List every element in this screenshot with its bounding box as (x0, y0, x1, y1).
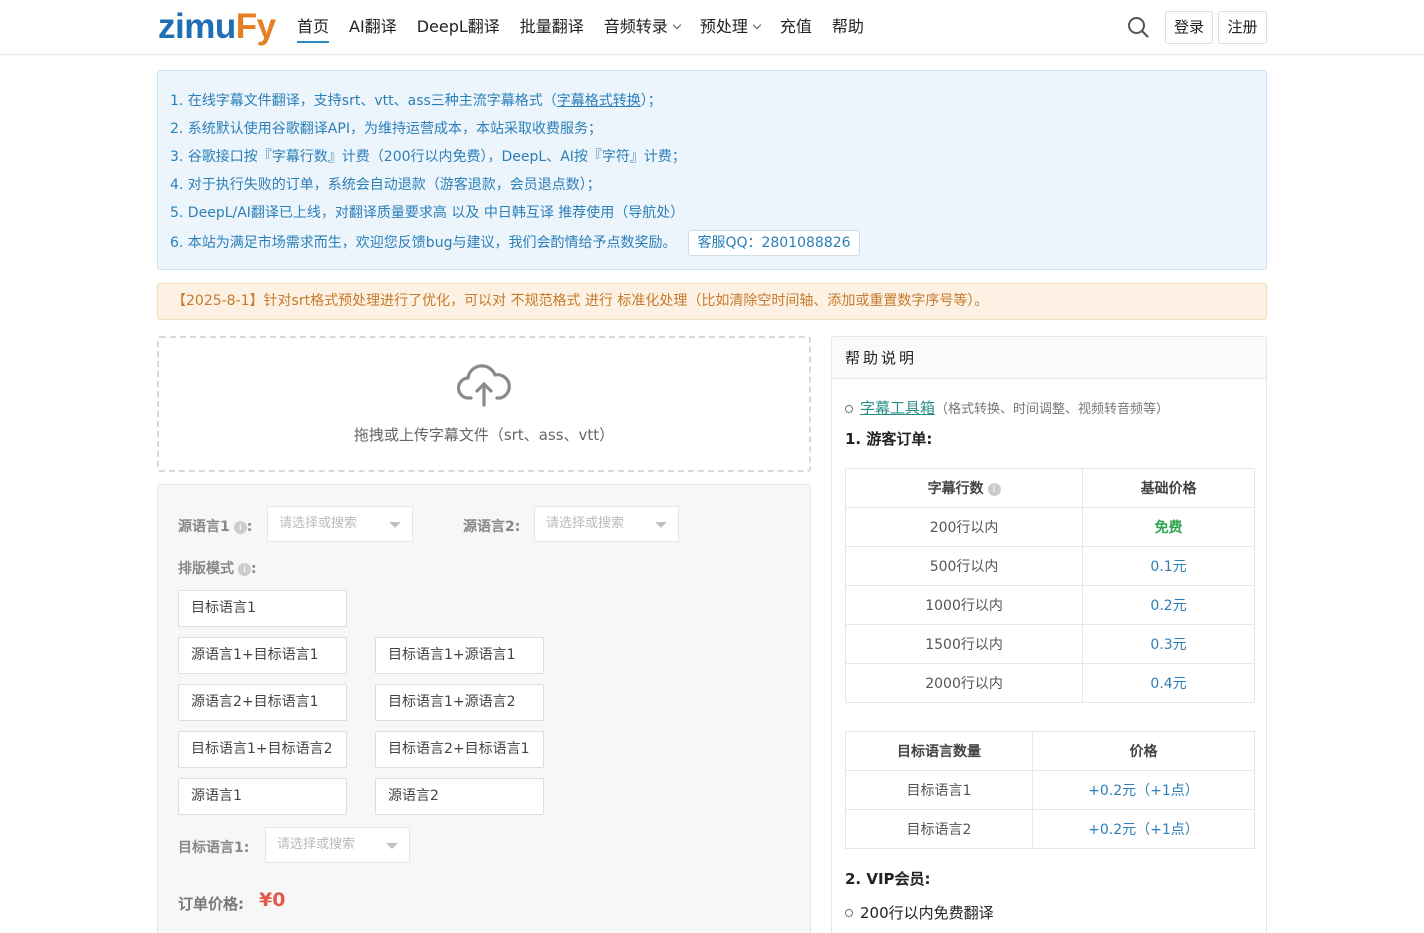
order-price-label: 订单价格: (178, 895, 244, 913)
table-header: 价格 (1032, 731, 1255, 771)
main-nav: 首页 AI翻译 DeepL翻译 批量翻译 音频转录 预处理 充值 帮助 (288, 0, 875, 55)
guest-order-title: 1. 游客订单: (845, 430, 933, 448)
nav-audio-transcribe[interactable]: 音频转录 (595, 0, 689, 55)
subtitle-format-convert-link[interactable]: 字幕格式转换 (557, 93, 641, 109)
help-panel: 帮助说明 字幕工具箱（格式转换、时间调整、视频转音频等） 1. 游客订单: 字幕… (831, 336, 1267, 933)
table-row: 2000行以内 0.4元 (844, 663, 1255, 703)
notice-line-2: 2. 系统默认使用谷歌翻译API，为维持运营成本，本站采取收费服务； (170, 121, 602, 137)
target-language-price-table: 目标语言数量 价格 目标语言1 +0.2元（+1点） 目标语言2 +0.2元（+1点… (845, 731, 1255, 849)
customer-service-qq-badge: 客服QQ：2801088826 (688, 230, 860, 256)
table-cell: 200行以内 (844, 507, 1084, 547)
notice-line-1: 1. 在线字幕文件翻译，支持srt、vtt、ass三种主流字幕格式（字幕格式转换… (170, 93, 662, 109)
bullet-circle-icon (845, 908, 853, 917)
chevron-down-icon (672, 20, 682, 30)
source-language-1-label: 源语言1 i: (178, 519, 253, 535)
source-language-1-select[interactable]: 请选择或搜索 (267, 506, 413, 542)
notice-line-3: 3. 谷歌接口按『字幕行数』计费（200行以内免费），DeepL、AI按『字符』… (170, 149, 686, 165)
cloud-upload-icon (457, 364, 511, 407)
notice-box: 1. 在线字幕文件翻译，支持srt、vtt、ass三种主流字幕格式（字幕格式转换… (157, 70, 1267, 270)
table-cell: +0.2元（+1点） (1032, 809, 1255, 849)
table-cell: 目标语言2 (845, 809, 1033, 849)
dropdown-arrow-icon (389, 522, 401, 528)
table-cell: 0.4元 (1082, 663, 1255, 703)
source-language-2-select[interactable]: 请选择或搜索 (534, 506, 679, 542)
target-language-1-select[interactable]: 请选择或搜索 (265, 827, 410, 863)
top-navbar: zimuFy 首页 AI翻译 DeepL翻译 批量翻译 音频转录 预处理 充值 … (0, 0, 1424, 55)
guest-price-table: 字幕行数 i 基础价格 200行以内 免费 500行以内 0.1元 1000行以内 0.… (844, 468, 1255, 703)
layout-mode-label: 排版模式 i: (178, 561, 257, 577)
search-icon[interactable] (1127, 16, 1149, 38)
file-upload-dropzone[interactable]: 拖拽或上传字幕文件（srt、ass、vtt） (157, 336, 811, 472)
vip-benefit-line: 200行以内免费翻译 (845, 902, 994, 923)
table-cell: 0.2元 (1082, 585, 1255, 625)
table-cell: 目标语言1 (845, 770, 1033, 810)
nav-batch-translate[interactable]: 批量翻译 (511, 0, 593, 55)
table-cell: 2000行以内 (844, 663, 1084, 703)
layout-mode-option[interactable]: 目标语言2+目标语言1 (375, 731, 544, 768)
nav-preprocess[interactable]: 预处理 (691, 0, 769, 55)
nav-recharge[interactable]: 充值 (771, 0, 821, 55)
upload-hint-text: 拖拽或上传字幕文件（srt、ass、vtt） (353, 426, 615, 444)
table-row: 200行以内 免费 (844, 507, 1255, 547)
notice-line-4: 4. 对于执行失败的订单，系统会自动退款（游客退款，会员退点数）； (170, 177, 601, 193)
table-cell: 0.3元 (1082, 624, 1255, 664)
table-cell: +0.2元（+1点） (1032, 770, 1255, 810)
bullet-circle-icon (845, 404, 853, 413)
table-row: 目标语言2 +0.2元（+1点） (845, 809, 1255, 849)
help-panel-title: 帮助说明 (832, 337, 1266, 379)
table-row: 目标语言1 +0.2元（+1点） (845, 770, 1255, 810)
table-cell: 1000行以内 (844, 585, 1084, 625)
layout-mode-option[interactable]: 目标语言1 (178, 590, 347, 627)
layout-mode-option[interactable]: 目标语言1+源语言1 (375, 637, 544, 674)
site-logo[interactable]: zimuFy (158, 6, 276, 48)
table-cell: 1500行以内 (844, 624, 1084, 664)
info-icon[interactable]: i (238, 562, 251, 576)
nav-deepl-translate[interactable]: DeepL翻译 (408, 0, 509, 55)
dropdown-arrow-icon (386, 843, 398, 849)
layout-mode-option[interactable]: 源语言1+目标语言1 (178, 637, 347, 674)
info-icon[interactable]: i (233, 520, 247, 534)
logo-text-part1: zimu (158, 7, 236, 46)
table-row: 1500行以内 0.3元 (844, 624, 1255, 664)
nav-help[interactable]: 帮助 (823, 0, 873, 55)
login-button[interactable]: 登录 (1165, 11, 1213, 44)
update-announcement: 【2025-8-1】针对srt格式预处理进行了优化，可以对 不规范格式 进行 标… (157, 283, 1267, 320)
source-language-2-label: 源语言2: (463, 519, 521, 535)
table-row: 1000行以内 0.2元 (844, 585, 1255, 625)
layout-mode-option[interactable]: 源语言2 (375, 778, 544, 815)
toolbox-line: 字幕工具箱（格式转换、时间调整、视频转音频等） (845, 397, 1169, 418)
logo-text-part2: Fy (235, 7, 276, 46)
dropdown-arrow-icon (655, 522, 667, 528)
nav-home[interactable]: 首页 (288, 0, 338, 55)
chevron-down-icon (752, 20, 762, 30)
layout-mode-option[interactable]: 源语言1 (178, 778, 347, 815)
table-cell: 500行以内 (844, 546, 1084, 586)
notice-line-6: 6. 本站为满足市场需求而生，欢迎您反馈bug与建议，我们会酌情给予点数奖励。客… (170, 230, 1254, 258)
translation-form-panel: 源语言1 i: 请选择或搜索 源语言2: 请选择或搜索 排版模式 i: 目标语言1 … (157, 484, 811, 933)
layout-mode-option[interactable]: 目标语言1+源语言2 (375, 684, 544, 721)
table-header: 目标语言数量 (845, 731, 1033, 771)
vip-member-title: 2. VIP会员: (845, 870, 931, 888)
register-button[interactable]: 注册 (1218, 11, 1267, 44)
layout-mode-option[interactable]: 源语言2+目标语言1 (178, 684, 347, 721)
table-header: 字幕行数 i (844, 468, 1084, 508)
order-price-value: ¥0 (259, 889, 286, 911)
notice-line-5: 5. DeepL/AI翻译已上线，对翻译质量要求高 以及 中日韩互译 推荐使用（… (170, 205, 685, 221)
nav-ai-translate[interactable]: AI翻译 (340, 0, 406, 55)
layout-mode-option[interactable]: 目标语言1+目标语言2 (178, 731, 347, 768)
table-cell: 免费 (1082, 507, 1255, 547)
table-row: 500行以内 0.1元 (844, 546, 1255, 586)
info-icon[interactable]: i (987, 482, 1001, 496)
subtitle-toolbox-link[interactable]: 字幕工具箱 (860, 399, 935, 417)
target-language-1-label: 目标语言1: (178, 840, 250, 856)
table-cell: 0.1元 (1082, 546, 1255, 586)
table-header: 基础价格 (1082, 468, 1255, 508)
